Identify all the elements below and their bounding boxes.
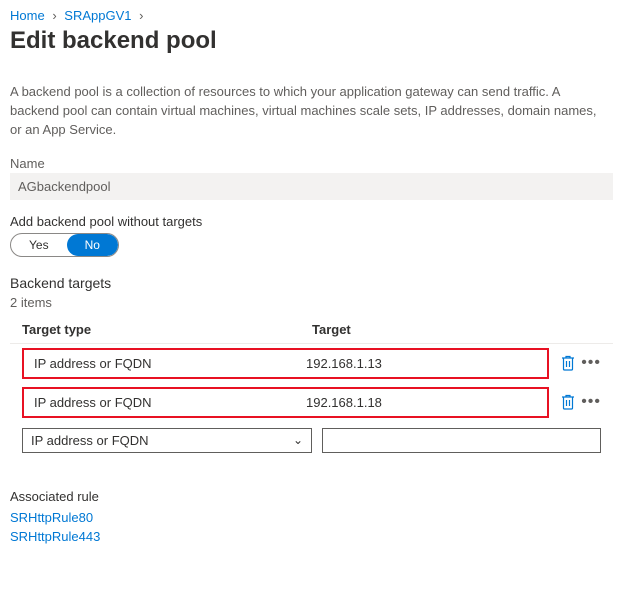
new-target-row: IP address or FQDN ⌄ (10, 422, 613, 459)
dropdown-selected: IP address or FQDN (31, 433, 149, 448)
backend-targets-label: Backend targets (10, 275, 613, 291)
items-count: 2 items (10, 295, 613, 310)
more-icon[interactable]: ••• (581, 394, 601, 410)
row-target-type: IP address or FQDN (34, 395, 306, 410)
chevron-right-icon: › (52, 8, 56, 23)
description-text: A backend pool is a collection of resour… (10, 83, 600, 140)
column-target-type[interactable]: Target type (22, 322, 312, 337)
more-icon[interactable]: ••• (581, 355, 601, 371)
target-row-1[interactable]: IP address or FQDN 192.168.1.18 (22, 387, 549, 418)
associated-rule-link[interactable]: SRHttpRule443 (10, 527, 613, 547)
table-row: IP address or FQDN 192.168.1.13 ••• (10, 344, 613, 383)
delete-icon[interactable] (557, 391, 579, 413)
chevron-right-icon: › (139, 8, 143, 23)
column-target[interactable]: Target (312, 322, 601, 337)
name-input (10, 173, 613, 200)
name-label: Name (10, 156, 613, 171)
without-targets-label: Add backend pool without targets (10, 214, 613, 229)
table-header: Target type Target (10, 316, 613, 344)
associated-rule-label: Associated rule (10, 489, 613, 504)
associated-rule-section: Associated rule SRHttpRule80 SRHttpRule4… (10, 489, 613, 547)
breadcrumb: Home › SRAppGV1 › (10, 8, 613, 23)
toggle-yes[interactable]: Yes (11, 234, 67, 256)
without-targets-toggle[interactable]: Yes No (10, 233, 119, 257)
page-title: Edit backend pool (10, 27, 613, 55)
table-row: IP address or FQDN 192.168.1.18 ••• (10, 383, 613, 422)
row-target-value: 192.168.1.13 (306, 356, 537, 371)
toggle-no[interactable]: No (67, 234, 118, 256)
target-row-0[interactable]: IP address or FQDN 192.168.1.13 (22, 348, 549, 379)
target-input[interactable] (322, 428, 601, 453)
row-target-type: IP address or FQDN (34, 356, 306, 371)
associated-rule-link[interactable]: SRHttpRule80 (10, 508, 613, 528)
row-target-value: 192.168.1.18 (306, 395, 537, 410)
breadcrumb-resource[interactable]: SRAppGV1 (64, 8, 131, 23)
chevron-down-icon: ⌄ (293, 433, 303, 447)
breadcrumb-home[interactable]: Home (10, 8, 45, 23)
delete-icon[interactable] (557, 352, 579, 374)
target-type-dropdown[interactable]: IP address or FQDN ⌄ (22, 428, 312, 453)
backend-targets-table: Target type Target IP address or FQDN 19… (10, 316, 613, 459)
